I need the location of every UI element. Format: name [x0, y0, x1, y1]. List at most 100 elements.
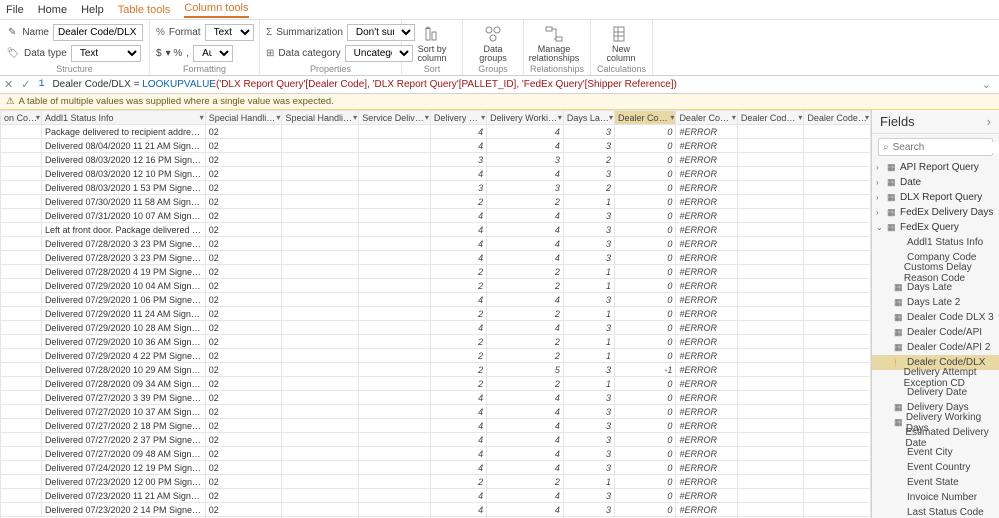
table-cell[interactable]: 5 — [487, 363, 564, 377]
table-cell[interactable]: Delivered 07/29/2020 4 22 PM Signed for … — [41, 349, 205, 363]
formula-bar[interactable]: ✕ ✓ 1 Dealer Code/DLX = LOOKUPVALUE('DLX… — [0, 76, 999, 94]
table-cell[interactable]: 0 — [615, 139, 676, 153]
table-cell[interactable]: 4 — [430, 447, 486, 461]
table-cell[interactable]: Delivered 08/04/2020 11 21 AM Signed for… — [41, 139, 205, 153]
table-cell[interactable] — [737, 461, 804, 475]
table-cell[interactable]: 02 — [205, 447, 282, 461]
table-cell[interactable]: 4 — [430, 167, 486, 181]
table-cell[interactable]: #ERROR — [676, 265, 737, 279]
table-cell[interactable]: 4 — [430, 405, 486, 419]
table-cell[interactable]: 0 — [615, 461, 676, 475]
table-cell[interactable]: 0 — [615, 265, 676, 279]
table-row[interactable]: Delivered 08/03/2020 1 53 PM Signed for … — [1, 181, 871, 195]
formula-expand[interactable]: ⌄ — [978, 78, 995, 91]
table-row[interactable]: Delivered 07/23/2020 2 14 PM Signed for … — [1, 503, 871, 517]
table-cell[interactable]: 2 — [487, 279, 564, 293]
table-cell[interactable] — [282, 237, 359, 251]
table-cell[interactable]: 2 — [430, 307, 486, 321]
table-cell[interactable]: 3 — [563, 433, 614, 447]
table-cell[interactable]: 0 — [615, 475, 676, 489]
fields-collapse[interactable]: › — [987, 114, 991, 129]
table-cell[interactable]: 4 — [430, 489, 486, 503]
table-cell[interactable]: 4 — [487, 489, 564, 503]
table-cell[interactable] — [1, 167, 42, 181]
fields-tree[interactable]: ›▦API Report Query›▦Date›▦DLX Report Que… — [872, 160, 999, 518]
table-cell[interactable] — [737, 363, 804, 377]
table-row[interactable]: Delivered 08/03/2020 12 16 PM Signed for… — [1, 153, 871, 167]
table-cell[interactable] — [804, 279, 871, 293]
table-cell[interactable] — [737, 489, 804, 503]
table-cell[interactable] — [282, 377, 359, 391]
table-cell[interactable]: Delivered 08/03/2020 12 10 PM Signed for… — [41, 167, 205, 181]
table-row[interactable]: Delivered 07/29/2020 10 28 AM Signed for… — [1, 321, 871, 335]
table-row[interactable]: Delivered 08/04/2020 11 21 AM Signed for… — [1, 139, 871, 153]
table-cell[interactable] — [737, 447, 804, 461]
manage-relationships-button[interactable]: Manage relationships — [530, 23, 578, 63]
table-cell[interactable]: 4 — [487, 139, 564, 153]
table-cell[interactable] — [1, 419, 42, 433]
table-cell[interactable] — [737, 223, 804, 237]
comma-btn[interactable]: , — [186, 48, 189, 59]
table-cell[interactable]: 02 — [205, 433, 282, 447]
table-cell[interactable] — [282, 293, 359, 307]
table-cell[interactable]: 02 — [205, 167, 282, 181]
table-cell[interactable]: 02 — [205, 335, 282, 349]
table-cell[interactable]: 3 — [563, 447, 614, 461]
table-cell[interactable] — [282, 503, 359, 517]
table-row[interactable]: Delivered 07/31/2020 10 07 AM Signed for… — [1, 209, 871, 223]
table-cell[interactable]: 02 — [205, 321, 282, 335]
table-cell[interactable]: Delivered 07/24/2020 12 19 PM Signed for… — [41, 461, 205, 475]
table-cell[interactable] — [1, 307, 42, 321]
table-cell[interactable] — [1, 363, 42, 377]
menu-table-tools[interactable]: Table tools — [118, 4, 171, 16]
column-header[interactable]: Service Delivery Days▾ — [359, 111, 431, 125]
table-cell[interactable] — [804, 475, 871, 489]
table-cell[interactable]: Delivered 08/03/2020 1 53 PM Signed for … — [41, 181, 205, 195]
table-cell[interactable]: Delivered 07/29/2020 10 04 AM Signed for… — [41, 279, 205, 293]
table-cell[interactable]: #ERROR — [676, 223, 737, 237]
fields-field-node[interactable]: Estimated Delivery Date — [872, 430, 999, 445]
table-cell[interactable]: 4 — [430, 503, 486, 517]
table-cell[interactable]: #ERROR — [676, 125, 737, 139]
table-cell[interactable]: 0 — [615, 433, 676, 447]
table-cell[interactable]: 2 — [430, 279, 486, 293]
table-cell[interactable] — [282, 405, 359, 419]
table-cell[interactable] — [282, 321, 359, 335]
table-cell[interactable]: Delivered 07/30/2020 11 58 AM Signed for… — [41, 195, 205, 209]
table-cell[interactable]: 02 — [205, 195, 282, 209]
table-cell[interactable] — [804, 503, 871, 517]
table-cell[interactable]: 2 — [430, 265, 486, 279]
table-cell[interactable] — [282, 433, 359, 447]
table-cell[interactable]: 3 — [563, 209, 614, 223]
table-cell[interactable]: 1 — [563, 265, 614, 279]
table-cell[interactable] — [804, 433, 871, 447]
fields-table-node[interactable]: ›▦Date — [872, 175, 999, 190]
table-cell[interactable] — [282, 307, 359, 321]
table-cell[interactable]: 3 — [563, 391, 614, 405]
table-cell[interactable]: Delivered 07/28/2020 10 29 AM Signed for… — [41, 363, 205, 377]
table-cell[interactable] — [804, 349, 871, 363]
table-row[interactable]: Package delivered to recipient address -… — [1, 125, 871, 139]
table-cell[interactable]: 2 — [487, 195, 564, 209]
fields-field-node[interactable]: Addl1 Status Info — [872, 235, 999, 250]
table-cell[interactable]: 1 — [563, 279, 614, 293]
table-row[interactable]: Delivered 07/28/2020 3 23 PM Signed for … — [1, 237, 871, 251]
table-cell[interactable] — [737, 209, 804, 223]
table-cell[interactable]: Delivered 07/27/2020 2 18 PM Signed for … — [41, 419, 205, 433]
fields-field-node[interactable]: Customs Delay Reason Code — [872, 265, 999, 280]
table-cell[interactable]: #ERROR — [676, 195, 737, 209]
table-cell[interactable]: 02 — [205, 251, 282, 265]
table-cell[interactable]: #ERROR — [676, 377, 737, 391]
table-cell[interactable]: 4 — [487, 419, 564, 433]
table-cell[interactable]: 02 — [205, 377, 282, 391]
table-cell[interactable]: 2 — [430, 335, 486, 349]
table-cell[interactable]: 3 — [487, 153, 564, 167]
table-cell[interactable]: 0 — [615, 209, 676, 223]
table-row[interactable]: Delivered 07/28/2020 3 23 PM Signed for … — [1, 251, 871, 265]
column-header[interactable]: Delivery Working Days▾ — [487, 111, 564, 125]
table-cell[interactable]: 2 — [487, 335, 564, 349]
table-cell[interactable] — [282, 139, 359, 153]
table-cell[interactable] — [737, 321, 804, 335]
format-select[interactable]: Text — [205, 24, 254, 41]
table-cell[interactable]: 4 — [487, 125, 564, 139]
